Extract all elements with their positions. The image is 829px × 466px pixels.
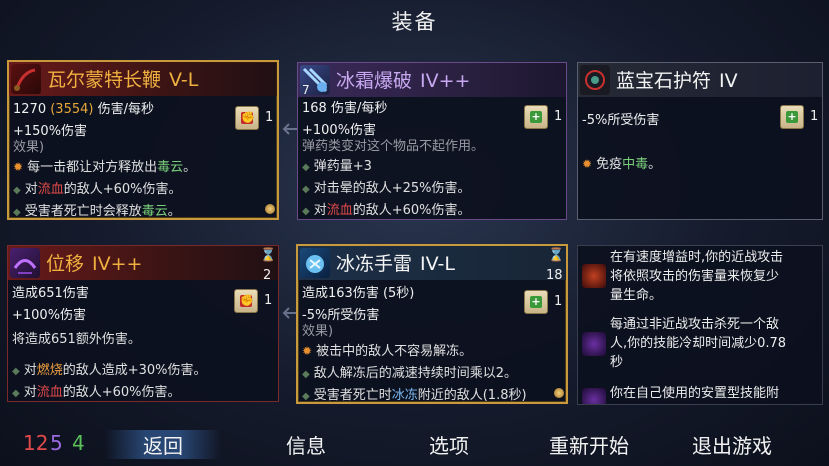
mutation-desc: 每通过非近战攻击杀死一个敌 人,你的技能冷却时间减少0.78 秒 (610, 317, 787, 370)
mutations-panel: 在有速度增益时,你的近战攻击 将依照攻击的伤害量来恢复少 量生命。 每通过非近战… (577, 245, 823, 405)
survival-count: 4 (72, 431, 85, 455)
icon-count: 7 (302, 83, 310, 97)
item-name: 位移 IV++ (46, 253, 143, 275)
mutation-desc: 你在自己使用的安置型技能附 (610, 386, 780, 401)
item-name: 冰霜爆破 IV++ (336, 70, 471, 92)
scroll-count: 1 (554, 109, 563, 124)
effect-line: ◆ 对流血的敌人+60%伤害。 (12, 385, 181, 400)
effect-line: ✹ 每一击都让对方释放出毒云。 (13, 160, 197, 175)
mutation-desc: 在有速度增益时,你的近战攻击 将依照攻击的伤害量来恢复少 量生命。 (610, 250, 784, 303)
mutation-heal-icon[interactable] (582, 264, 606, 288)
scroll-count: 1 (810, 109, 819, 124)
displacement-icon (10, 248, 40, 278)
desc-cut: 效果) (13, 140, 45, 155)
mutation-trap-icon[interactable] (582, 388, 606, 404)
card-header: 瓦尔蒙特长鞭 V-L (9, 62, 277, 96)
damage-stat: 造成163伤害 (5秒) (302, 286, 415, 301)
page-title: 装备 (391, 10, 438, 34)
restart-button[interactable]: 重新开始 (549, 430, 629, 459)
item-card-whip[interactable]: 瓦尔蒙特长鞭 V-L 1270 (3554) 伤害/每秒 +150%伤害 ✊ 1 … (7, 60, 279, 220)
damage-stat: 造成651伤害 (12, 286, 89, 301)
quit-game-button[interactable]: 退出游戏 (692, 430, 772, 459)
desc-cut: 效果) (302, 324, 334, 339)
effect-line: ◆ 对燃烧的敌人造成+30%伤害。 (12, 363, 207, 378)
effect-line: ◆ 受害者死亡时会释放毒云。 (13, 204, 181, 219)
brutality-count: 12 (23, 431, 49, 455)
bottom-menu-bar: 12 5 4 返回 信息 选项 重新开始 退出游戏 (0, 426, 829, 466)
effect-line: ◆ 敌人解冻后的减速持续时间乘以2。 (302, 366, 517, 381)
card-header: 位移 IV++ (8, 246, 278, 280)
scroll-count: 1 (264, 293, 273, 308)
item-name: 蓝宝石护符 IV (616, 70, 738, 92)
scroll-icon: ✊ (235, 106, 259, 130)
dps-stat: 1270 (3554) 伤害/每秒 (13, 102, 154, 117)
item-name: 冰冻手雷 IV-L (336, 253, 455, 275)
effect-line: ◆ 受害者死亡时冰冻附近的敌人(1.8秒) (302, 388, 527, 403)
whip-icon (11, 64, 41, 94)
scroll-icon: + (780, 105, 804, 129)
tactics-count: 5 (50, 431, 63, 455)
legendary-ornament (554, 388, 564, 398)
effect-line: ◆ 弹药量+3 (302, 159, 372, 174)
effect-line: ◆ 对流血的敌人+60%伤害。 (302, 203, 471, 218)
cooldown-value: 18 (546, 268, 563, 283)
dps-stat: 168 伤害/每秒 (302, 101, 388, 116)
info-button[interactable]: 信息 (286, 430, 326, 459)
card-header: 蓝宝石护符 IV (578, 63, 822, 97)
options-button[interactable]: 选项 (429, 430, 469, 459)
sapphire-amulet-icon (580, 65, 610, 95)
effect-line: ◆ 对击晕的敌人+25%伤害。 (302, 181, 471, 196)
scroll-count: 1 (554, 294, 563, 309)
cooldown-value: 2 (263, 268, 272, 283)
item-card-displacement[interactable]: 位移 IV++ ⌛ 2 造成651伤害 +100%伤害 ✊ 1 将造成651额外伤… (7, 245, 279, 402)
card-header: 7 冰霜爆破 IV++ (298, 63, 566, 97)
item-card-ice-grenade[interactable]: 冰冻手雷 IV-L ⌛ 18 造成163伤害 (5秒) -5%所受伤害 + 1 效… (296, 244, 568, 404)
scroll-count: 1 (265, 110, 274, 125)
desc-cut: 将造成651额外伤害。 (12, 332, 141, 347)
back-button[interactable]: 返回 (105, 430, 221, 459)
scroll-icon: + (524, 105, 548, 129)
damage-bonus: +100%伤害 (12, 308, 87, 323)
item-card-frost-blast[interactable]: 7 冰霜爆破 IV++ 168 伤害/每秒 +100%伤害 + 1 弹药类变对这个… (297, 62, 567, 220)
ice-grenade-icon (300, 248, 330, 278)
desc-cut: 弹药类变对这个物品不起作用。 (302, 139, 485, 154)
defense-stat: -5%所受伤害 (582, 113, 660, 128)
item-card-amulet[interactable]: 蓝宝石护符 IV -5%所受伤害 + 1 ✹ 免疫中毒。 (577, 62, 823, 220)
scroll-icon: ✊ (234, 289, 258, 313)
hourglass-icon: ⌛ (548, 248, 565, 263)
effect-line: ✹ 免疫中毒。 (582, 157, 662, 172)
hourglass-icon: ⌛ (260, 248, 277, 263)
effect-line: ✹ 被击中的敌人不容易解冻。 (302, 344, 473, 359)
mutation-cooldown-icon[interactable] (582, 332, 606, 356)
legendary-ornament (265, 204, 275, 214)
item-name: 瓦尔蒙特长鞭 V-L (47, 69, 199, 91)
scroll-icon: + (524, 290, 548, 314)
card-header: 冰冻手雷 IV-L (298, 246, 566, 280)
effect-line: ◆ 对流血的敌人+60%伤害。 (13, 182, 182, 197)
